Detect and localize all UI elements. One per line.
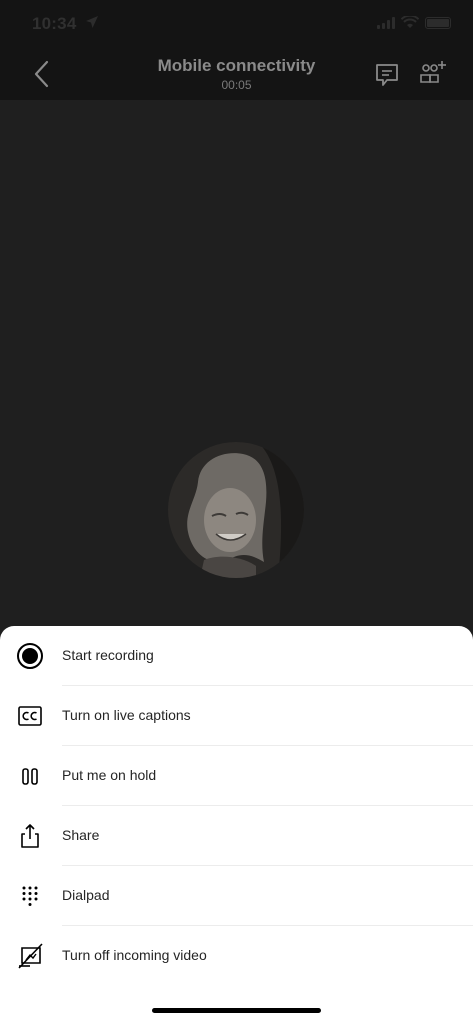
menu-label: Share xyxy=(62,827,100,843)
menu-label: Put me on hold xyxy=(62,767,157,783)
menu-item-share[interactable]: Share xyxy=(0,806,473,866)
menu-item-turn-off-video[interactable]: Turn off incoming video xyxy=(0,926,473,986)
add-participants-icon[interactable] xyxy=(419,60,447,88)
status-time: 10:34 xyxy=(32,14,77,33)
call-options-menu: Start recording Turn on live captions Pu… xyxy=(0,626,473,986)
menu-label: Turn on live captions xyxy=(62,707,191,723)
share-icon xyxy=(21,824,39,848)
location-arrow-icon xyxy=(86,16,98,28)
menu-label: Dialpad xyxy=(62,887,110,903)
menu-item-live-captions[interactable]: Turn on live captions xyxy=(0,686,473,746)
home-indicator[interactable] xyxy=(152,1008,321,1013)
menu-item-hold[interactable]: Put me on hold xyxy=(0,746,473,806)
record-icon xyxy=(17,643,43,669)
call-title: Mobile connectivity xyxy=(157,56,316,75)
hold-icon xyxy=(22,768,38,785)
video-off-icon xyxy=(18,943,43,969)
call-header: Mobile connectivity 00:05 xyxy=(0,48,473,100)
call-options-sheet: Start recording Turn on live captions Pu… xyxy=(0,626,473,1023)
menu-label: Start recording xyxy=(62,647,154,663)
menu-item-start-recording[interactable]: Start recording xyxy=(0,626,473,686)
wifi-icon xyxy=(401,16,419,28)
captions-icon xyxy=(18,706,42,726)
status-icons xyxy=(377,16,451,29)
participant-avatar[interactable] xyxy=(168,442,304,578)
chat-icon[interactable] xyxy=(374,62,400,88)
dialpad-icon xyxy=(22,886,38,906)
avatar-photo xyxy=(168,442,304,578)
menu-label: Turn off incoming video xyxy=(62,947,207,963)
battery-icon xyxy=(425,16,451,29)
menu-item-dialpad[interactable]: Dialpad xyxy=(0,866,473,926)
status-bar: 10:34 xyxy=(0,0,473,48)
call-timer: 00:05 xyxy=(221,78,252,92)
cellular-signal-icon xyxy=(377,16,395,29)
